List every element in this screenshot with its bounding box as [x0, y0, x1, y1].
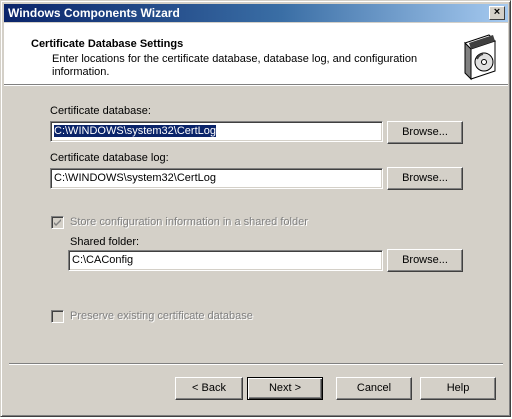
cert-db-value: C:\WINDOWS\system32\CertLog — [54, 125, 216, 137]
preserve-db-label: Preserve existing certificate database — [70, 310, 253, 322]
shared-folder-value: C:\CAConfig — [72, 254, 134, 266]
page-description: Enter locations for the certificate data… — [52, 53, 418, 78]
store-shared-label: Store configuration information in a sha… — [70, 216, 308, 228]
cancel-button[interactable]: Cancel — [336, 377, 412, 400]
title-bar[interactable]: Windows Components Wizard × — [4, 4, 508, 22]
wizard-header: Certificate Database Settings Enter loca… — [4, 23, 508, 86]
page-title: Certificate Database Settings — [31, 38, 184, 50]
cert-db-input[interactable]: C:\WINDOWS\system32\CertLog — [50, 121, 383, 142]
cert-log-input[interactable]: C:\WINDOWS\system32\CertLog — [50, 168, 383, 189]
cert-log-value: C:\WINDOWS\system32\CertLog — [54, 172, 216, 184]
next-button[interactable]: Next > — [247, 377, 323, 400]
back-button[interactable]: < Back — [175, 377, 243, 400]
close-icon: × — [493, 6, 501, 18]
checkmark-icon — [54, 219, 61, 226]
wizard-window: Windows Components Wizard × Certificate … — [0, 0, 511, 417]
footer-separator — [9, 363, 503, 365]
shared-folder-input[interactable]: C:\CAConfig — [68, 250, 383, 271]
close-button[interactable]: × — [489, 6, 505, 20]
shared-folder-label: Shared folder: — [70, 236, 140, 248]
cert-db-browse-button[interactable]: Browse... — [387, 121, 463, 144]
cert-log-browse-button[interactable]: Browse... — [387, 167, 463, 190]
window-title: Windows Components Wizard — [8, 6, 180, 20]
help-button[interactable]: Help — [420, 377, 496, 400]
cert-db-label: Certificate database: — [50, 105, 151, 117]
shared-folder-browse-button[interactable]: Browse... — [387, 249, 463, 272]
store-shared-checkbox[interactable] — [51, 216, 64, 229]
preserve-db-checkbox[interactable] — [51, 310, 64, 323]
software-box-cd-icon — [459, 31, 499, 81]
cert-log-label: Certificate database log: — [50, 152, 169, 164]
